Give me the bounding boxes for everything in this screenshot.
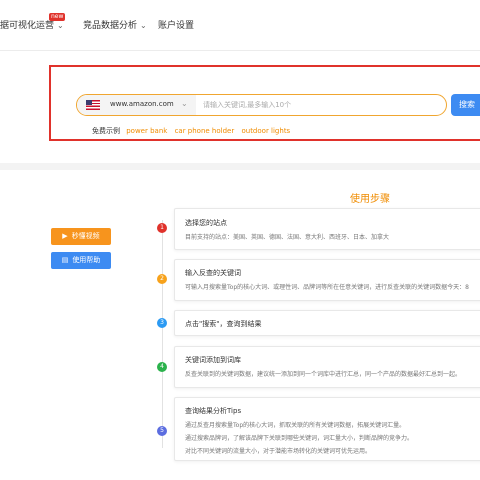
step-desc: 通过反查月搜索量Top的核心大词，抓取关联的所有关键词数据，拓展关键词汇量。 [185,422,406,429]
step-desc: 反查关联到的关键词数据，建议统一添加到同一个词库中进行汇总，同一个产品的数据最好… [185,371,462,378]
new-badge: new [49,13,66,21]
examples-label: 免费示例 [92,127,120,135]
nav-item-competitor-analysis[interactable]: 竞品数据分析 ⌄ [83,18,147,31]
search-box: www.amazon.com ⌄ [76,94,447,116]
step-card-5: 查询结果分析Tips 通过反查月搜索量Top的核心大词，抓取关联的所有关键词数据… [174,397,480,461]
step-card-2: 输入反查的关键词 可输入月搜索量Top的核心大词、或理性词、品牌词等所在任意关键… [174,259,480,301]
step-desc: 目前支持的站点：美国、英国、德国、法国、意大利、西班牙、日本、加拿大 [185,234,390,241]
step-title: 关键词添加到词库 [185,356,241,364]
example-link-power-bank[interactable]: power bank [126,127,167,135]
step-2-marker: 2 [157,274,167,284]
free-examples: 免费示例 power bank car phone holder outdoor… [92,126,295,136]
timeline-line [162,220,163,448]
chevron-down-icon: ⌄ [57,21,64,30]
chevron-down-icon: ⌄ [181,99,188,108]
nav-item-label: 竞品数据分析 [83,21,138,31]
step-card-1: 选择您的站点 目前支持的站点：美国、英国、德国、法国、意大利、西班牙、日本、加拿… [174,208,480,250]
step-1-marker: 1 [157,223,167,233]
step-title: 点击"搜索"，查询到结果 [185,320,262,328]
chevron-down-icon: ⌄ [140,21,147,30]
top-nav: 据可视化运营 ⌄ new 竞品数据分析 ⌄ 账户设置 [0,0,480,51]
play-icon: ▶ [62,232,68,240]
step-desc: 通过搜索品牌词，了解该品牌下关联到哪些关键词，词汇量大小，判断品牌的竞争力。 [185,435,414,442]
steps-title: 使用步骤 [350,194,390,205]
step-4-marker: 4 [157,362,167,372]
step-desc: 可输入月搜索量Top的核心大词、或理性词、品牌词等所在任意关键词，进行反查关联的… [185,284,469,291]
nav-item-label: 据可视化运营 [0,21,55,31]
site-select-value: www.amazon.com [110,100,174,108]
example-link-outdoor-lights[interactable]: outdoor lights [241,127,290,135]
example-link-car-phone-holder[interactable]: car phone holder [175,127,235,135]
help-button[interactable]: ▤ 使用帮助 [51,252,111,269]
step-title: 查询结果分析Tips [185,407,242,415]
step-desc: 对比不同关键词的流量大小，对于潜能市场转化的关键词可优先运用。 [185,448,372,455]
video-button[interactable]: ▶ 秒懂视频 [51,228,111,245]
step-3-marker: 3 [157,318,167,328]
site-select[interactable]: www.amazon.com ⌄ [77,95,196,115]
us-flag-icon [86,100,100,110]
keyword-input[interactable] [203,98,438,112]
step-card-3: 点击"搜索"，查询到结果 [174,310,480,336]
video-button-label: 秒懂视频 [71,232,100,240]
document-icon: ▤ [61,256,69,264]
search-section: www.amazon.com ⌄ 搜索 免费示例 power bank car … [0,51,480,163]
step-title: 选择您的站点 [185,219,227,227]
nav-item-account-settings[interactable]: 账户设置 [158,18,194,31]
step-5-marker: 5 [157,426,167,436]
step-title: 输入反查的关键词 [185,269,241,277]
step-card-4: 关键词添加到词库 反查关联到的关键词数据，建议统一添加到同一个词库中进行汇总，同… [174,346,480,388]
search-button[interactable]: 搜索 [451,94,480,116]
help-button-label: 使用帮助 [72,256,101,264]
